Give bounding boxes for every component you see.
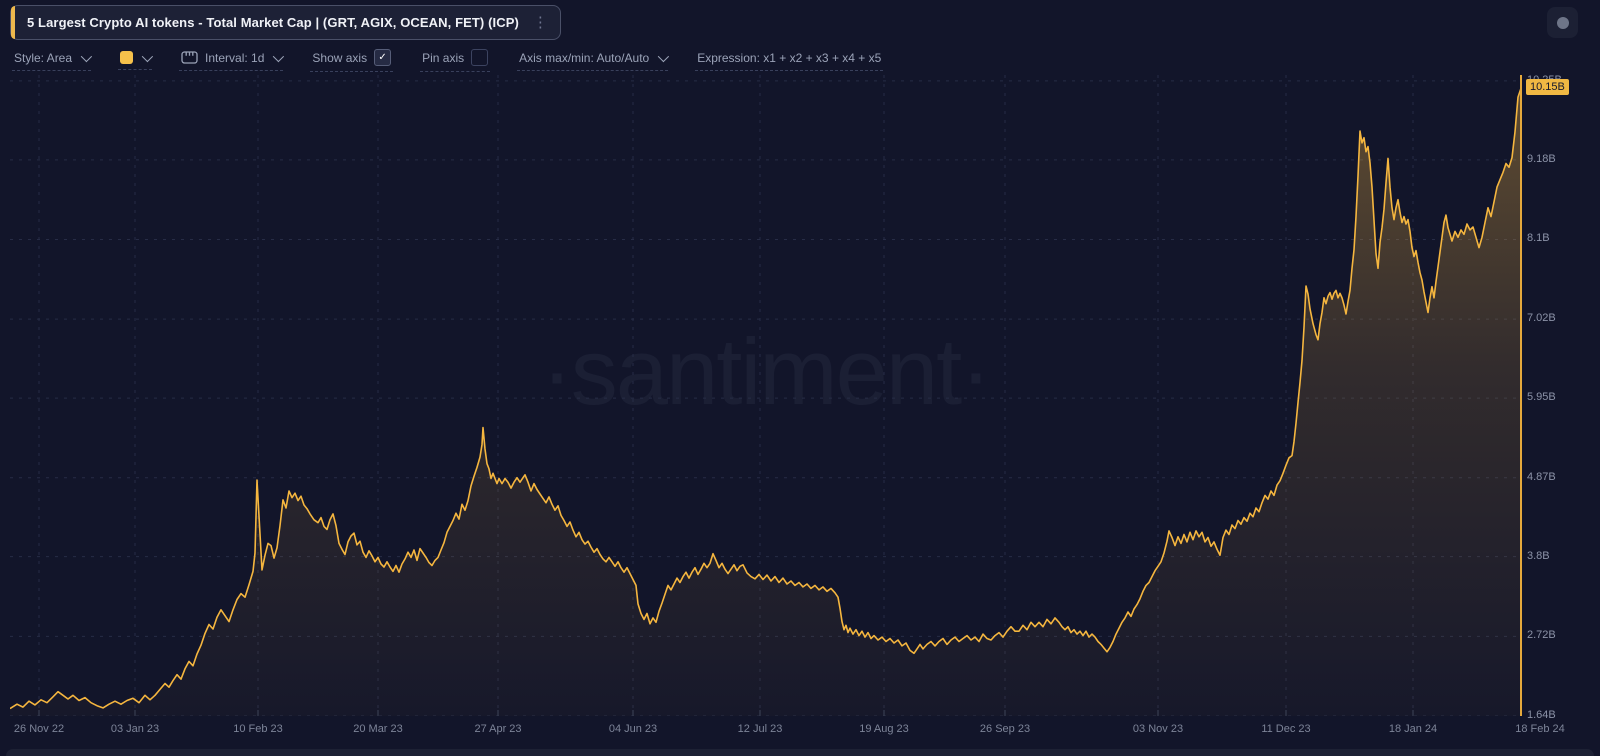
x-axis-tick-label: 03 Jan 23 <box>110 723 160 735</box>
style-select[interactable]: Style: Area <box>12 48 93 71</box>
axis-maxmin-select[interactable]: Axis max/min: Auto/Auto <box>517 48 670 71</box>
chart-title: 5 Largest Crypto AI tokens - Total Marke… <box>27 15 519 30</box>
y-axis-tick-label: 7.02B <box>1527 312 1556 325</box>
expression-label: Expression: x1 + x2 + x3 + x4 + x5 <box>697 50 882 65</box>
title-accent-bar <box>11 6 15 39</box>
chevron-down-icon <box>80 50 93 62</box>
x-axis-tick-label: 12 Jul 23 <box>737 723 783 735</box>
chart-toolbar: Style: Area Interval: 1d Show axis ✓ Pin… <box>0 44 1600 74</box>
axis-maxmin-label: Axis max/min: Auto/Auto <box>519 50 650 65</box>
x-axis-tick-label: 19 Aug 23 <box>859 723 909 735</box>
y-axis-line <box>1520 75 1522 716</box>
chart-title-card[interactable]: 5 Largest Crypto AI tokens - Total Marke… <box>10 5 561 40</box>
y-axis-tick-label: 4.87B <box>1527 470 1556 483</box>
santiment-chart-app: 5 Largest Crypto AI tokens - Total Marke… <box>0 0 1600 756</box>
next-panel-edge <box>6 749 1594 756</box>
interval-select[interactable]: Interval: 1d <box>179 47 285 71</box>
x-axis-tick-label: 11 Dec 23 <box>1261 723 1311 735</box>
color-swatch-icon <box>120 51 134 64</box>
pin-axis-checkbox[interactable] <box>471 49 489 66</box>
chevron-down-icon <box>141 50 154 62</box>
y-axis-tick-label: 3.8B <box>1527 549 1550 562</box>
show-axis-toggle[interactable]: Show axis ✓ <box>310 46 394 72</box>
y-axis-tick-label: 1.64B <box>1527 709 1556 721</box>
corner-dot-button[interactable] <box>1547 7 1578 38</box>
pin-axis-label: Pin axis <box>422 50 465 65</box>
color-swatch-select[interactable] <box>118 48 154 70</box>
x-axis-tick-label: 03 Nov 23 <box>1132 723 1184 735</box>
y-axis-tick-label: 9.18B <box>1527 152 1556 165</box>
dot-icon <box>1556 16 1569 29</box>
show-axis-label: Show axis <box>312 50 368 65</box>
kebab-menu-icon[interactable]: ⋮ <box>533 15 548 30</box>
x-axis-tick-label: 18 Jan 24 <box>1388 723 1438 735</box>
chevron-down-icon <box>273 50 285 62</box>
y-axis-tick-label: 2.72B <box>1527 629 1556 642</box>
y-axis-tick-label: 5.95B <box>1527 391 1556 404</box>
style-select-label: Style: Area <box>14 50 73 65</box>
chevron-down-icon <box>657 50 670 62</box>
x-axis-tick-label: 26 Sep 23 <box>979 723 1031 735</box>
expression-control[interactable]: Expression: x1 + x2 + x3 + x4 + x5 <box>695 48 884 71</box>
x-axis-tick-label: 18 Feb 24 <box>1515 723 1565 735</box>
chart-plot[interactable] <box>10 75 1521 716</box>
market-cap-area-fill <box>10 88 1521 716</box>
pin-axis-toggle[interactable]: Pin axis <box>420 46 491 72</box>
show-axis-checkbox[interactable]: ✓ <box>374 49 392 66</box>
interval-select-label: Interval: 1d <box>205 50 265 65</box>
y-axis-tick-label: 8.1B <box>1527 232 1550 245</box>
x-axis-tick-label: 26 Nov 22 <box>13 723 65 735</box>
x-axis-tick-label: 20 Mar 23 <box>353 723 403 735</box>
x-axis-tick-label: 04 Jun 23 <box>608 723 658 735</box>
interval-icon <box>181 51 198 64</box>
x-axis-tick-label: 10 Feb 23 <box>233 723 283 735</box>
x-axis-tick-label: 27 Apr 23 <box>474 723 522 735</box>
last-value-badge: 10.15B <box>1526 79 1569 96</box>
